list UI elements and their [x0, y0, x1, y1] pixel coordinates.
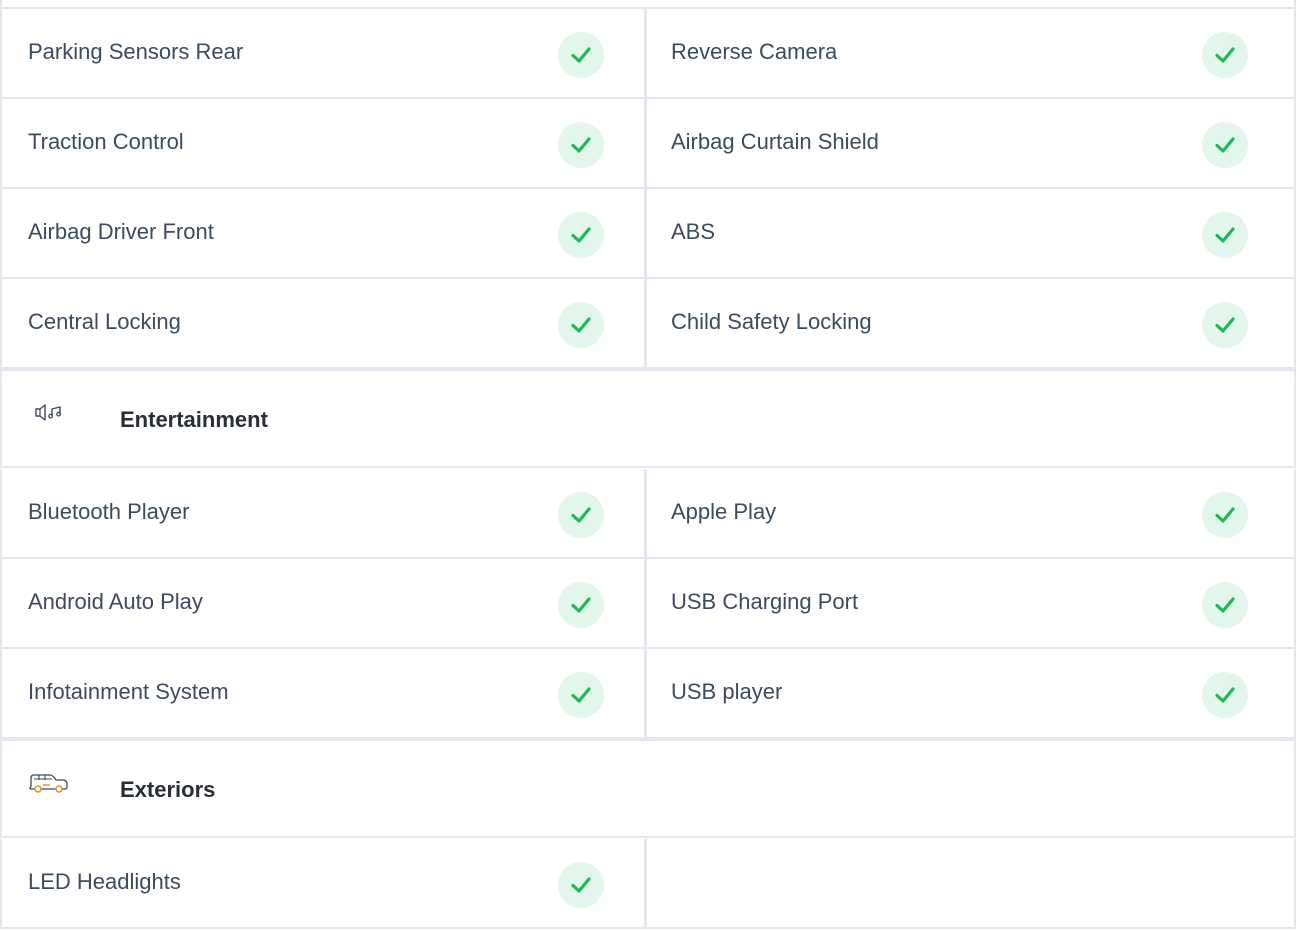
- section-title: Entertainment: [120, 407, 268, 432]
- feature-row: Parking Sensors Rear Reverse Camera: [0, 9, 1296, 99]
- feature-cell: LED Headlights: [0, 839, 647, 929]
- feature-cell: Parking Sensors Rear: [0, 9, 647, 99]
- feature-row: Traction Control Airbag Curtain Shield: [0, 99, 1296, 189]
- feature-label: USB Charging Port: [671, 589, 859, 614]
- features-table: Parking Sensors Rear Reverse Camera Trac…: [0, 0, 1296, 930]
- feature-cell: Apple Play: [647, 469, 1296, 559]
- feature-cell: Android Auto Play: [0, 559, 647, 649]
- check-icon: [558, 122, 604, 168]
- check-icon: [1202, 32, 1248, 78]
- feature-row: Bluetooth Player Apple Play: [0, 469, 1296, 559]
- speaker-music-icon: [32, 401, 66, 430]
- feature-cell: Reverse Camera: [647, 9, 1296, 99]
- car-icon: [28, 772, 70, 801]
- feature-row: Airbag Driver Front ABS: [0, 189, 1296, 279]
- check-icon: [1202, 582, 1248, 628]
- feature-cell-empty: [647, 839, 1296, 929]
- feature-label: USB player: [671, 679, 783, 704]
- feature-cell: USB player: [647, 649, 1296, 739]
- feature-label: LED Headlights: [28, 869, 181, 894]
- feature-cell: Airbag Driver Front: [0, 189, 647, 279]
- feature-label: Apple Play: [671, 499, 777, 524]
- feature-label: Bluetooth Player: [28, 499, 190, 524]
- check-icon: [1202, 122, 1248, 168]
- feature-cell: ABS: [647, 189, 1296, 279]
- feature-cell: Central Locking: [0, 279, 647, 369]
- section-title: Exteriors: [120, 777, 216, 802]
- check-icon: [558, 492, 604, 538]
- section-header-entertainment: Entertainment: [0, 368, 1296, 468]
- feature-label: Airbag Driver Front: [28, 219, 214, 244]
- check-icon: [558, 302, 604, 348]
- feature-label: Parking Sensors Rear: [28, 39, 244, 64]
- feature-cell: Child Safety Locking: [647, 279, 1296, 369]
- feature-cell: Infotainment System: [0, 649, 647, 739]
- feature-row: LED Headlights: [0, 839, 1296, 929]
- feature-label: Child Safety Locking: [671, 309, 872, 334]
- feature-cell: Airbag Curtain Shield: [647, 99, 1296, 189]
- feature-cell: Traction Control: [0, 99, 647, 189]
- feature-row: Central Locking Child Safety Locking: [0, 279, 1296, 369]
- feature-label: Traction Control: [28, 129, 184, 154]
- check-icon: [1202, 302, 1248, 348]
- feature-cell: USB Charging Port: [647, 559, 1296, 649]
- feature-cell: Bluetooth Player: [0, 469, 647, 559]
- check-icon: [1202, 212, 1248, 258]
- feature-row: Infotainment System USB player: [0, 649, 1296, 739]
- check-icon: [1202, 492, 1248, 538]
- feature-label: ABS: [671, 219, 716, 244]
- check-icon: [558, 582, 604, 628]
- feature-label: Airbag Curtain Shield: [671, 129, 879, 154]
- feature-label: Android Auto Play: [28, 589, 203, 614]
- feature-label: Reverse Camera: [671, 39, 838, 64]
- feature-label: Central Locking: [28, 309, 181, 334]
- table-top-border: [0, 0, 1296, 9]
- section-header-exteriors: Exteriors: [0, 738, 1296, 838]
- feature-row: Android Auto Play USB Charging Port: [0, 559, 1296, 649]
- check-icon: [558, 862, 604, 908]
- check-icon: [1202, 672, 1248, 718]
- check-icon: [558, 672, 604, 718]
- check-icon: [558, 212, 604, 258]
- check-icon: [558, 32, 604, 78]
- feature-label: Infotainment System: [28, 679, 229, 704]
